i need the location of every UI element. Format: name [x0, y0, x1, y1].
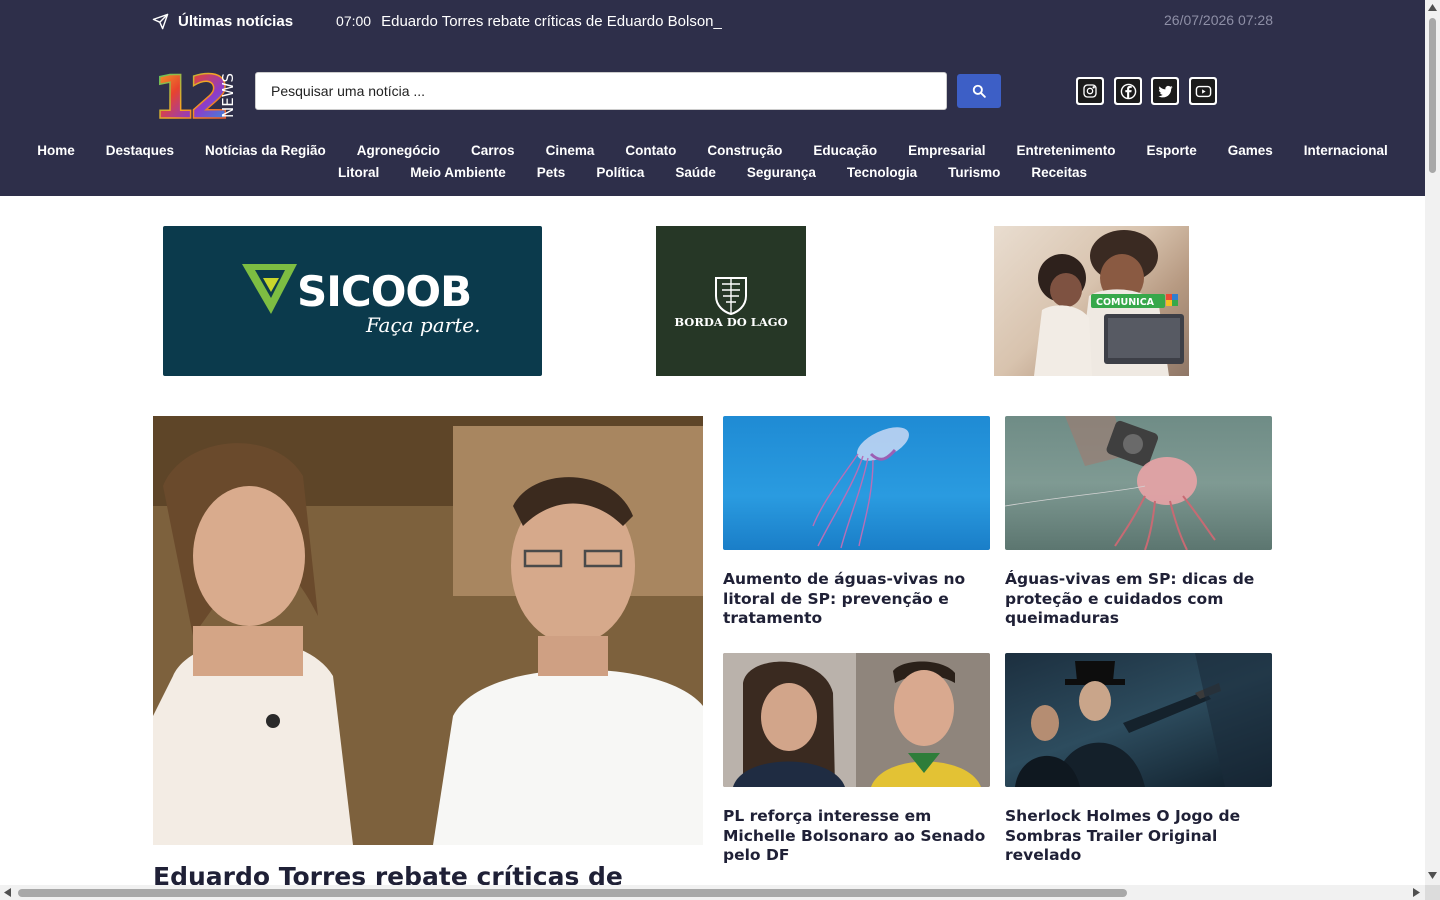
nav-item-saude[interactable]: Saúde [660, 162, 732, 184]
nav-item-seguranca[interactable]: Segurança [731, 162, 831, 184]
story-image-1[interactable] [723, 416, 990, 550]
story-title-1[interactable]: Aumento de águas-vivas no litoral de SP:… [723, 570, 991, 629]
scroll-left-arrow-icon[interactable] [4, 888, 11, 897]
borda-brand: BORDA DO LAGO [674, 315, 787, 329]
jellyfish-photo-blue [812, 427, 909, 549]
ticker-label: Últimas notícias [152, 13, 293, 30]
site-logo[interactable]: 12 NEWS [153, 60, 239, 122]
borda-do-lago-logo: BORDA DO LAGO [674, 277, 788, 329]
nav-item-destaques[interactable]: Destaques [90, 140, 189, 162]
logo-number: 12 [153, 63, 226, 122]
search-button[interactable] [957, 74, 1001, 108]
instagram-icon [1083, 84, 1097, 98]
story-title-3[interactable]: PL reforça interesse em Michelle Bolsona… [723, 807, 991, 866]
comunica-brand: COMUNICA [1096, 297, 1155, 308]
news-ticker: Últimas notícias 07:00 Eduardo Torres re… [152, 10, 722, 32]
comunica-ad-photo: COMUNICA [1034, 230, 1184, 376]
current-datetime: 26/07/2026 07:28 [1164, 12, 1273, 28]
nav-item-carros[interactable]: Carros [456, 140, 531, 162]
nav-item-cinema[interactable]: Cinema [530, 140, 610, 162]
nav-item-turismo[interactable]: Turismo [933, 162, 1016, 184]
nav-item-contato[interactable]: Contato [610, 140, 692, 162]
nav-item-meio-ambiente[interactable]: Meio Ambiente [395, 162, 522, 184]
ad-banner-sicoob[interactable]: SICOOB Faça parte. [163, 226, 542, 376]
search-icon [972, 84, 986, 98]
nav-item-empresarial[interactable]: Empresarial [893, 140, 1001, 162]
sherlock-movie-photo [1015, 653, 1272, 787]
youtube-icon [1195, 85, 1211, 97]
nav-item-games[interactable]: Games [1212, 140, 1288, 162]
ticker-label-text: Últimas notícias [178, 12, 294, 30]
jellyfish-photo-red [1005, 416, 1216, 550]
nav-item-noticias-da-regiao[interactable]: Notícias da Região [190, 140, 342, 162]
nav-item-agronegocio[interactable]: Agronegócio [341, 140, 455, 162]
nav-row-primary: Home Destaques Notícias da Região Agrone… [0, 140, 1425, 162]
story-title-2[interactable]: Águas-vivas em SP: dicas de proteção e c… [1005, 570, 1273, 629]
vertical-scrollbar-thumb[interactable] [1429, 18, 1436, 173]
story-image-4[interactable] [1005, 653, 1272, 787]
ad-banner-borda-do-lago[interactable]: BORDA DO LAGO [656, 226, 806, 376]
horizontal-scrollbar-thumb[interactable] [18, 889, 1127, 897]
nav-item-educacao[interactable]: Educação [798, 140, 893, 162]
facebook-icon [1120, 83, 1136, 99]
horizontal-scrollbar[interactable] [0, 885, 1425, 900]
search-input[interactable] [255, 72, 947, 110]
nav-item-pets[interactable]: Pets [521, 162, 581, 184]
politicians-photo [723, 653, 990, 787]
ticker-time: 07:00 [336, 13, 372, 29]
nav-item-home[interactable]: Home [22, 140, 91, 162]
scroll-right-arrow-icon[interactable] [1413, 888, 1420, 897]
sicoob-tagline: Faça parte. [365, 313, 480, 337]
nav-item-esporte[interactable]: Esporte [1131, 140, 1212, 162]
paper-plane-icon [152, 13, 169, 29]
nav-item-internacional[interactable]: Internacional [1288, 140, 1403, 162]
logo-word: NEWS [219, 73, 237, 118]
site-header: Últimas notícias 07:00 Eduardo Torres re… [0, 0, 1425, 196]
youtube-link[interactable] [1189, 77, 1217, 105]
story-image-3[interactable] [723, 653, 990, 787]
nav-item-entretenimento[interactable]: Entretenimento [1001, 140, 1131, 162]
main-story-photo [153, 416, 703, 845]
sicoob-brand: SICOOB [297, 267, 471, 316]
ad-banner-comunica[interactable]: COMUNICA [994, 226, 1189, 376]
sicoob-logo: SICOOB Faça parte. [242, 264, 480, 337]
scroll-up-arrow-icon[interactable] [1428, 4, 1437, 11]
main-story-image[interactable] [153, 416, 703, 845]
main-navigation: Home Destaques Notícias da Região Agrone… [0, 140, 1425, 184]
nav-item-tecnologia[interactable]: Tecnologia [831, 162, 932, 184]
scrollbar-corner [1425, 885, 1440, 900]
instagram-link[interactable] [1076, 77, 1104, 105]
story-image-2[interactable] [1005, 416, 1272, 550]
twitter-link[interactable] [1151, 77, 1179, 105]
scroll-down-arrow-icon[interactable] [1428, 872, 1437, 879]
nav-item-politica[interactable]: Política [581, 162, 660, 184]
vertical-scrollbar[interactable] [1425, 0, 1440, 885]
nav-item-construcao[interactable]: Construção [692, 140, 798, 162]
twitter-icon [1157, 85, 1173, 97]
ticker-headline-link[interactable]: Eduardo Torres rebate críticas de Eduard… [381, 13, 722, 30]
nav-item-receitas[interactable]: Receitas [1016, 162, 1103, 184]
facebook-link[interactable] [1114, 77, 1142, 105]
nav-item-litoral[interactable]: Litoral [323, 162, 395, 184]
nav-row-secondary: Litoral Meio Ambiente Pets Política Saúd… [0, 162, 1425, 184]
story-title-4[interactable]: Sherlock Holmes O Jogo de Sombras Traile… [1005, 807, 1273, 866]
